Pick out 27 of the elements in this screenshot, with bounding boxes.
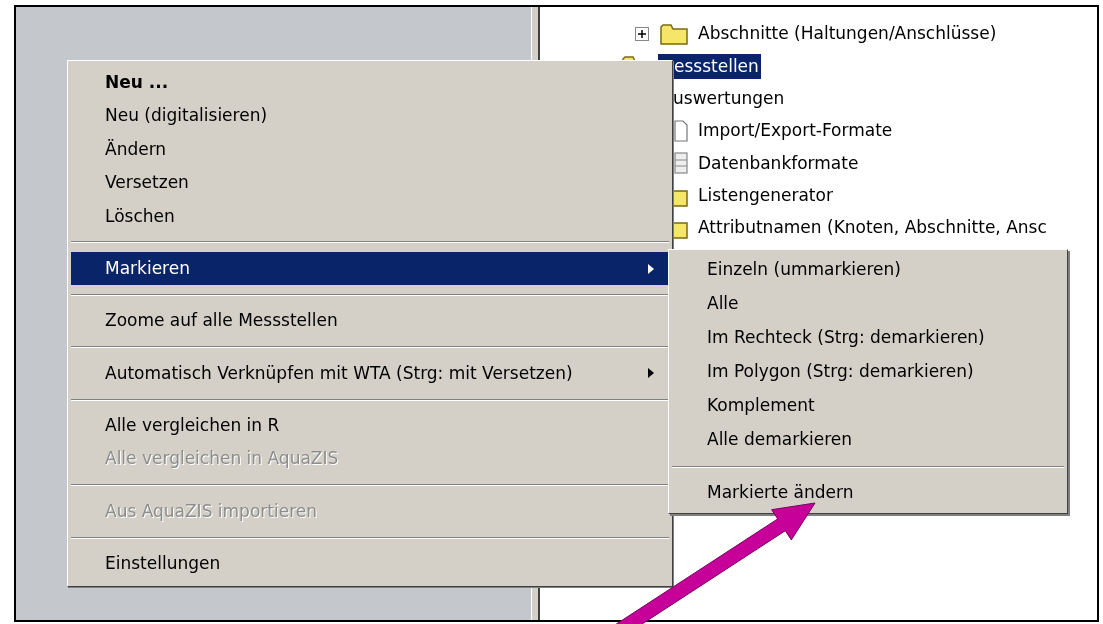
menu-item[interactable]: Komplement (672, 389, 1064, 423)
menu-item[interactable]: Alle (672, 287, 1064, 321)
tree-item[interactable]: Attributnamen (Knoten, Abschnitte, Ansc (698, 215, 1049, 241)
menu-item[interactable]: Zoome auf alle Messstellen (71, 304, 669, 338)
menu-item[interactable]: Im Polygon (Strg: demarkieren) (672, 355, 1064, 389)
submenu-arrow-icon (647, 367, 655, 380)
menu-item[interactable]: Im Rechteck (Strg: demarkieren) (672, 321, 1064, 355)
menu-item[interactable]: Ändern (71, 132, 669, 167)
expand-icon[interactable] (635, 27, 649, 42)
database-icon (674, 152, 688, 175)
submenu-arrow-icon (647, 262, 655, 275)
menu-item[interactable]: Markieren (71, 251, 669, 286)
menu-item[interactable]: Löschen (71, 199, 669, 233)
tree-item[interactable]: Datenbankformate (698, 150, 861, 177)
folder-icon (660, 22, 688, 47)
tree-item[interactable]: uswertungen (673, 86, 787, 112)
menu-item[interactable]: Neu (digitalisieren) (71, 99, 669, 133)
tree-item[interactable]: Import/Export-Formate (698, 118, 895, 144)
tree-item[interactable]: Listengenerator (698, 182, 835, 209)
menu-item[interactable]: Alle demarkieren (672, 423, 1064, 457)
menu-item[interactable]: Automatisch Verknüpfen mit WTA (Strg: mit Versetzen) (71, 356, 669, 391)
menu-item[interactable]: Alle vergleichen in R (71, 409, 669, 443)
tree-item[interactable]: Abschnitte (Haltungen/Anschlüsse) (698, 21, 999, 47)
menu-item[interactable]: Einstellungen (71, 547, 669, 581)
menu-item[interactable]: Einzeln (ummarkieren) (672, 253, 1064, 287)
menu-item[interactable]: Markierte ändern (672, 476, 1064, 510)
menu-item[interactable]: Versetzen (71, 166, 669, 200)
